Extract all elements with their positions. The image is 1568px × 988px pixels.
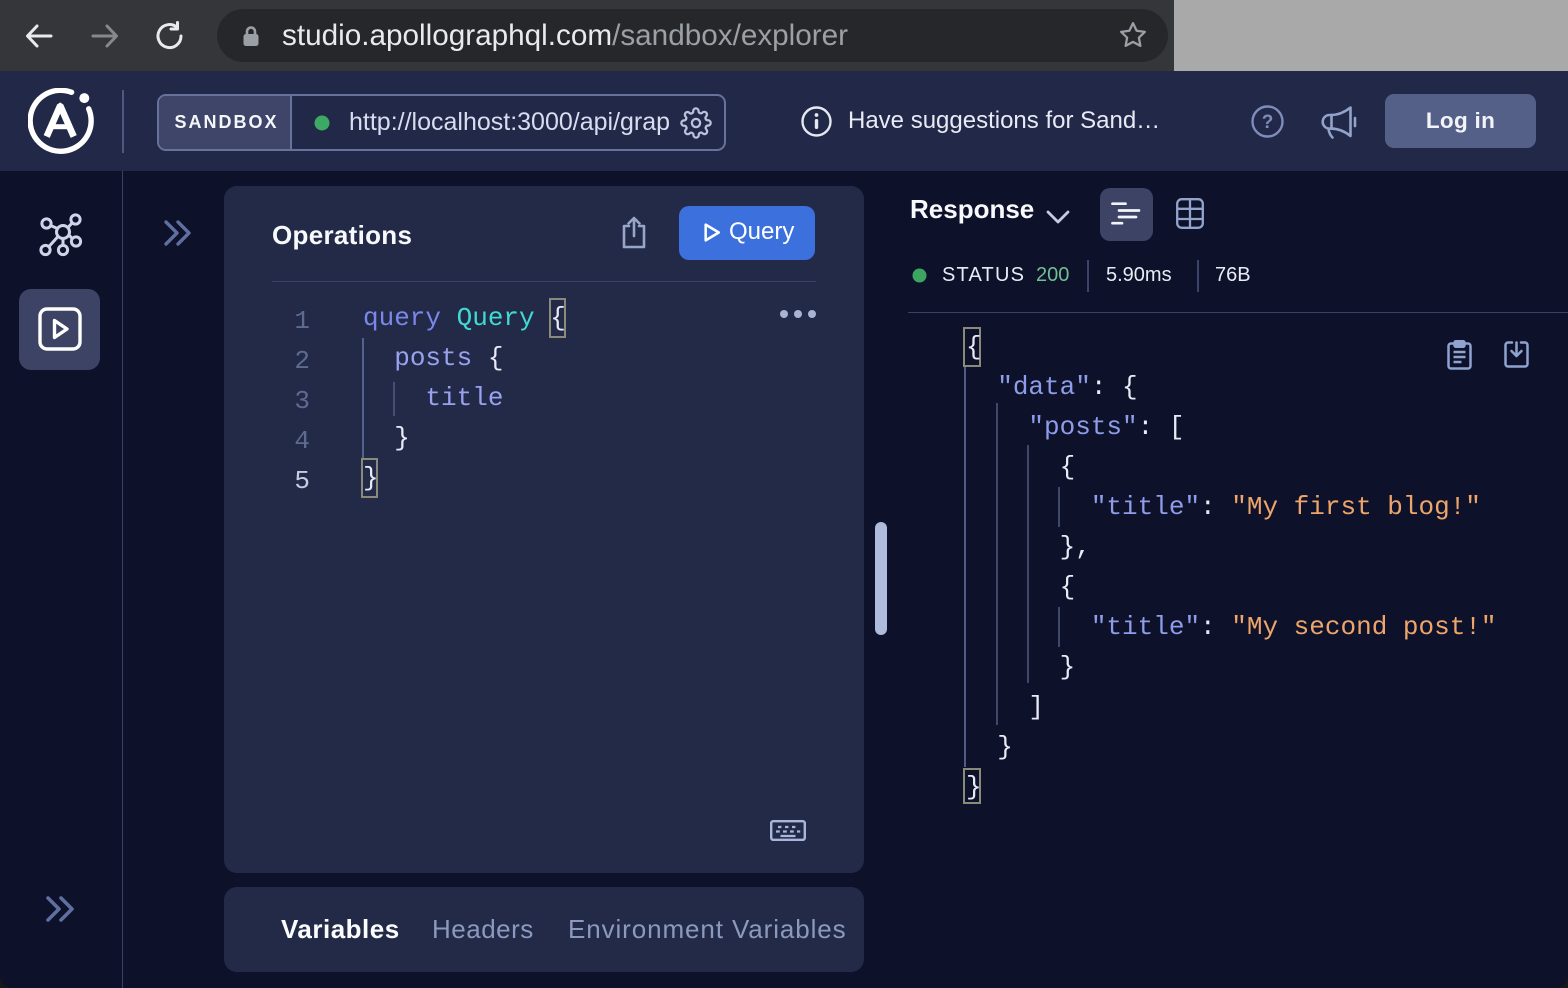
svg-text:?: ? — [1262, 112, 1274, 133]
